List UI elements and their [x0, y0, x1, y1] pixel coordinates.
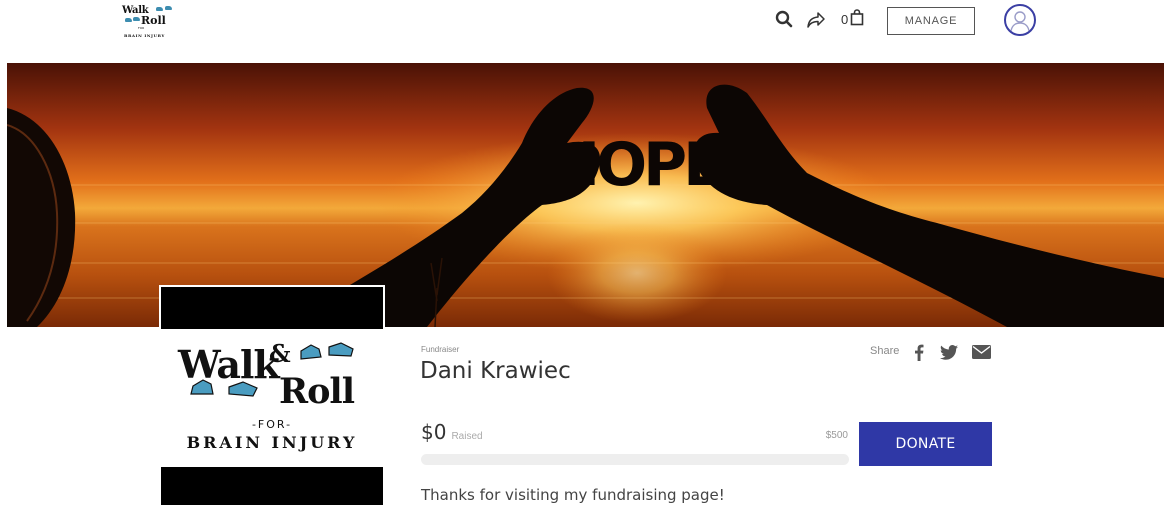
share-arrow-icon[interactable]	[806, 11, 826, 29]
fundraiser-name: Dani Krawiec	[420, 358, 571, 384]
email-icon[interactable]	[970, 342, 992, 362]
shopping-bag-icon	[850, 8, 864, 30]
twitter-icon[interactable]	[938, 342, 960, 362]
intro-text: Thanks for visiting my fundraising page!	[421, 486, 725, 504]
logo-text-brain-injury: BRAIN INJURY	[186, 433, 358, 452]
manage-button[interactable]: MANAGE	[887, 7, 975, 35]
cart-count: 0	[841, 11, 849, 27]
donate-button[interactable]: DONATE	[859, 422, 992, 466]
logo-text-for: -FOR-	[251, 418, 293, 431]
user-avatar-icon[interactable]	[1004, 4, 1036, 36]
cart-button[interactable]: 0	[841, 8, 864, 30]
amount-raised: $0 Raised	[421, 420, 483, 444]
top-nav: Walk Roll FOR BRAIN INJURY 0 MANAGE	[0, 0, 1165, 62]
organization-logo-card: Walk & Roll -FOR- BRAIN INJURY	[159, 285, 385, 507]
raised-label: Raised	[451, 431, 483, 442]
fundraiser-tag: Fundraiser	[421, 345, 460, 354]
banner-hope-text: HOPE	[550, 130, 720, 200]
search-icon[interactable]	[775, 10, 793, 28]
share-label: Share	[870, 345, 900, 357]
raised-amount: $0	[421, 420, 447, 444]
fundraising-progress-bar	[421, 454, 849, 465]
goal-amount: $500	[825, 430, 848, 441]
brand-logo[interactable]: Walk Roll FOR BRAIN INJURY	[122, 5, 180, 39]
facebook-icon[interactable]	[911, 342, 927, 362]
